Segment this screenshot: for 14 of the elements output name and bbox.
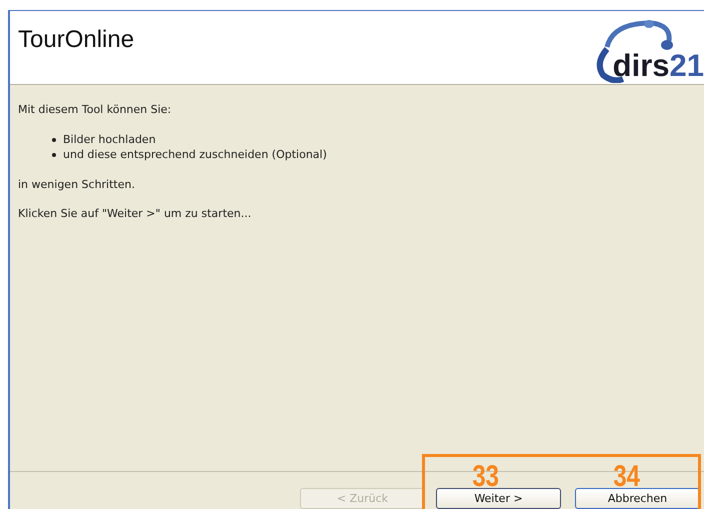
- bullet-icon: [52, 152, 56, 156]
- callout-number: 34: [614, 463, 640, 491]
- window-title: TourOnline: [18, 26, 134, 54]
- body-text: Klicken Sie auf "Weiter >" um zu starten...: [18, 207, 252, 220]
- logo-text: dirs: [612, 51, 670, 81]
- wizard-button[interactable]: Abbrechen: [575, 488, 700, 509]
- intro-text: Mit diesem Tool können Sie:: [18, 103, 172, 116]
- bullet-icon: [52, 138, 56, 142]
- list-item: Bilder hochladen: [63, 132, 156, 147]
- callout-number: 33: [472, 463, 500, 491]
- wizard-button[interactable]: Weiter >: [436, 488, 561, 509]
- body-text: in wenigen Schritten.: [18, 178, 136, 191]
- list-item: und diese entsprechend zuschneiden (Optional): [63, 147, 327, 162]
- logo-number: 21: [670, 51, 704, 81]
